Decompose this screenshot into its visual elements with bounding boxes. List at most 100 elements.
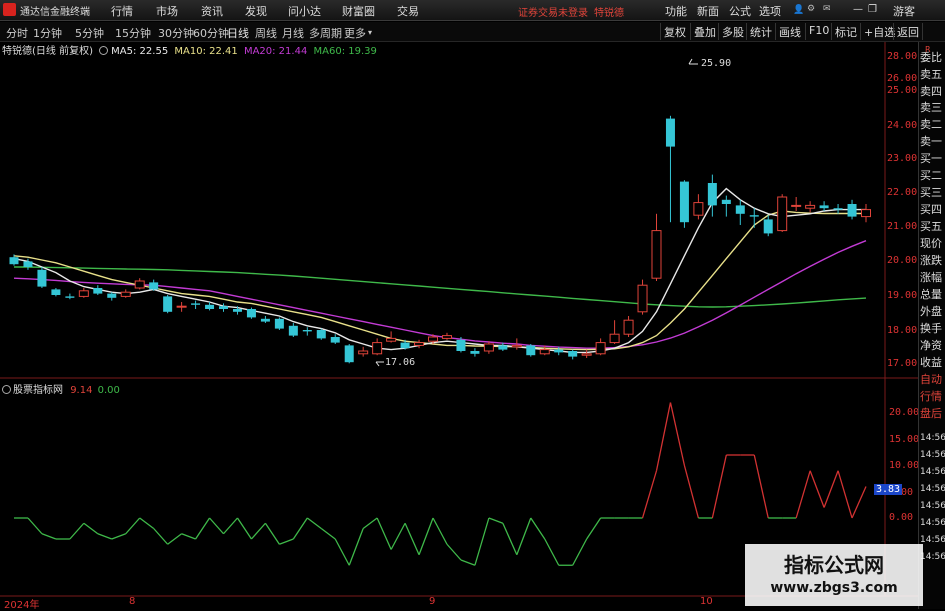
menu-xinmian[interactable]: 新面 bbox=[697, 3, 719, 19]
user-icon[interactable]: 👤 bbox=[793, 5, 804, 15]
period-5min[interactable]: 5分钟 bbox=[75, 25, 104, 41]
quote-label: 涨跌 bbox=[920, 254, 942, 267]
menu-caifuquan[interactable]: 财富圈 bbox=[342, 3, 375, 19]
candle-body bbox=[581, 353, 592, 356]
message-icon[interactable]: ✉ bbox=[823, 4, 831, 14]
high-annotation: 25.90 bbox=[701, 58, 732, 69]
candle bbox=[246, 307, 256, 319]
candle-body bbox=[93, 288, 103, 294]
period-multi[interactable]: 多周期 bbox=[309, 25, 342, 41]
period-30min[interactable]: 30分钟 bbox=[158, 25, 194, 41]
sub-current-badge: 3.83 bbox=[874, 484, 903, 495]
menu-hangqing[interactable]: 行情 bbox=[111, 3, 133, 19]
quote-label: 换手 bbox=[920, 322, 942, 335]
candle bbox=[260, 316, 270, 323]
period-1min[interactable]: 1分钟 bbox=[33, 25, 62, 41]
sub-circle-icon[interactable] bbox=[2, 385, 11, 394]
candle-body bbox=[274, 318, 284, 329]
sub-segment bbox=[306, 517, 322, 530]
low-annotation: 17.06 bbox=[385, 357, 416, 368]
date-label: 9 bbox=[429, 596, 436, 607]
candle-body bbox=[693, 202, 704, 216]
restore-icon[interactable]: ❐ bbox=[868, 4, 877, 15]
candle bbox=[344, 344, 354, 364]
period-monthly[interactable]: 月线 bbox=[282, 25, 304, 41]
candle bbox=[316, 328, 326, 340]
ma5-value: MA5: 22.55 bbox=[111, 46, 169, 57]
diejia-button[interactable]: 叠加 bbox=[690, 23, 719, 40]
candle-body bbox=[763, 219, 773, 234]
duogu-button[interactable]: 多股 bbox=[718, 23, 747, 40]
candle bbox=[414, 339, 425, 349]
candle-body bbox=[470, 351, 480, 354]
login-notice[interactable]: 证券交易未登录 bbox=[518, 4, 588, 19]
menu-gongneng[interactable]: 功能 bbox=[665, 3, 687, 19]
minimize-icon[interactable]: — bbox=[853, 4, 863, 15]
menu-wenxiaoda[interactable]: 问小达 bbox=[288, 3, 321, 19]
sub-indicator bbox=[14, 402, 867, 566]
settings-icon[interactable]: ⚙ bbox=[807, 4, 815, 14]
candle bbox=[581, 349, 592, 358]
candle-body bbox=[358, 350, 369, 355]
legend-circle-icon[interactable] bbox=[99, 46, 109, 55]
sub-segment bbox=[279, 538, 294, 545]
sub-segment bbox=[181, 533, 196, 540]
kline-chart[interactable] bbox=[0, 0, 945, 609]
candle bbox=[693, 194, 704, 220]
back-button[interactable]: 返回 bbox=[893, 23, 923, 40]
trade-time: 14:56 bbox=[920, 552, 945, 562]
huaxian-button[interactable]: 画线 bbox=[775, 23, 804, 40]
sub-segment bbox=[711, 454, 727, 519]
menu-jiaoyi[interactable]: 交易 bbox=[397, 3, 419, 19]
candle bbox=[539, 345, 550, 356]
period-more[interactable]: 更多 bbox=[344, 25, 366, 41]
candle bbox=[483, 341, 494, 354]
candle bbox=[386, 331, 397, 343]
sub-segment bbox=[320, 527, 336, 540]
quote-label[interactable]: 盘后 bbox=[920, 407, 942, 421]
price-tick: 21.00 bbox=[887, 221, 918, 232]
quote-label: 卖一 bbox=[920, 135, 942, 148]
sub-segment bbox=[209, 517, 224, 535]
candle-body bbox=[65, 296, 75, 298]
trade-time: 14:56 bbox=[920, 501, 945, 511]
biaoji-button[interactable]: 标记 bbox=[831, 23, 860, 40]
sub-segment bbox=[167, 533, 182, 545]
candle bbox=[134, 278, 145, 290]
candle bbox=[554, 346, 564, 356]
period-weekly[interactable]: 周线 bbox=[255, 25, 277, 41]
sub-segment bbox=[432, 517, 448, 545]
quote-label: 收益 bbox=[920, 356, 942, 369]
quote-label: 外盘 bbox=[920, 305, 942, 318]
sub-segment bbox=[474, 517, 490, 566]
more-chevron-icon[interactable]: ▾ bbox=[368, 28, 372, 37]
menu-xuanxiang[interactable]: 选项 bbox=[759, 3, 781, 19]
menu-faxian[interactable]: 发现 bbox=[245, 3, 267, 19]
tongji-button[interactable]: 统计 bbox=[746, 23, 775, 40]
candle bbox=[176, 302, 187, 312]
f10-button[interactable]: F10 bbox=[805, 23, 832, 40]
candle-body bbox=[78, 290, 89, 297]
menu-gongshi[interactable]: 公式 bbox=[729, 3, 751, 19]
candle-body bbox=[554, 349, 564, 353]
menu-shichang[interactable]: 市场 bbox=[156, 3, 178, 19]
quote-label: 卖五 bbox=[920, 68, 942, 81]
fuquan-button[interactable]: 复权 bbox=[660, 23, 689, 40]
period-15min[interactable]: 15分钟 bbox=[115, 25, 151, 41]
quote-label[interactable]: 自动 bbox=[920, 373, 942, 387]
sub-segment bbox=[586, 517, 602, 540]
period-daily[interactable]: 日线 bbox=[227, 25, 249, 41]
period-fenshi[interactable]: 分时 bbox=[6, 25, 28, 41]
candle-body bbox=[749, 215, 759, 217]
sub-segment bbox=[348, 528, 364, 566]
ma-lines bbox=[13, 187, 867, 354]
menu-zixun[interactable]: 资讯 bbox=[201, 3, 223, 19]
quote-label[interactable]: 行情 bbox=[920, 390, 942, 404]
period-60min[interactable]: 60分钟 bbox=[193, 25, 229, 41]
guest-label[interactable]: 游客 bbox=[893, 3, 915, 19]
annotations bbox=[375, 58, 698, 367]
sub-segment bbox=[264, 522, 280, 545]
candle-body bbox=[107, 293, 117, 298]
sub-segment bbox=[41, 533, 57, 540]
candle-body bbox=[386, 337, 397, 342]
